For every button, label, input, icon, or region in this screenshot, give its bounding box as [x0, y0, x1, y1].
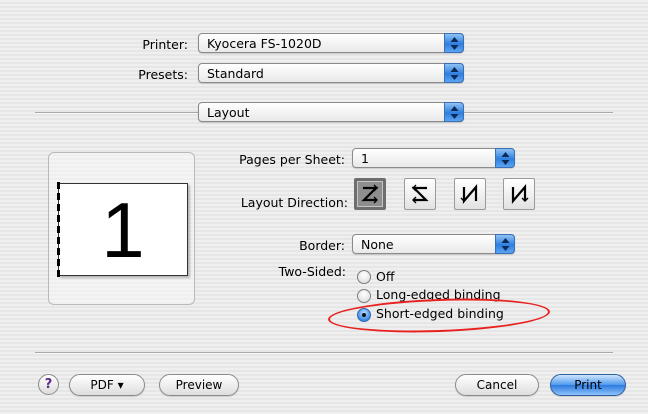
- two-sided-label: Two-Sided:: [278, 264, 346, 279]
- preview-button[interactable]: Preview: [159, 374, 239, 396]
- updown-arrows-icon: [444, 63, 464, 83]
- z-left-right-top-bottom-icon: [361, 184, 379, 204]
- layout-direction-n-mirrored-button[interactable]: [454, 178, 486, 210]
- print-button[interactable]: Print: [550, 374, 626, 396]
- pages-per-sheet-popup[interactable]: 1: [352, 148, 515, 168]
- layout-direction-n-button[interactable]: [503, 178, 535, 210]
- border-popup[interactable]: None: [352, 234, 515, 254]
- layout-direction-label: Layout Direction:: [240, 195, 348, 210]
- printer-label: Printer:: [142, 37, 188, 52]
- two-sided-off-radio[interactable]: [357, 270, 371, 284]
- printer-popup[interactable]: Kyocera FS-1020D: [198, 33, 464, 53]
- presets-label: Presets:: [138, 67, 188, 82]
- two-sided-off-label[interactable]: Off: [376, 269, 394, 284]
- cancel-button[interactable]: Cancel: [455, 374, 539, 396]
- presets-popup[interactable]: Standard: [198, 63, 464, 83]
- border-value: None: [361, 237, 394, 252]
- printer-value: Kyocera FS-1020D: [207, 36, 322, 51]
- updown-arrows-icon: [444, 102, 464, 122]
- panel-popup[interactable]: Layout: [198, 102, 464, 122]
- updown-arrows-icon: [495, 234, 515, 254]
- updown-arrows-icon: [495, 148, 515, 168]
- help-button[interactable]: ?: [38, 374, 59, 395]
- two-sided-long-edged-radio[interactable]: [357, 289, 371, 303]
- presets-value: Standard: [207, 66, 264, 81]
- updown-arrows-icon: [444, 33, 464, 53]
- pages-per-sheet-label: Pages per Sheet:: [239, 152, 345, 167]
- reverse-s-right-left-top-bottom-icon: [411, 184, 429, 204]
- border-label: Border:: [299, 238, 345, 253]
- layout-direction-z-button[interactable]: [354, 178, 386, 210]
- layout-direction-s-button[interactable]: [404, 178, 436, 210]
- pdf-menu-button[interactable]: PDF ▾: [69, 374, 145, 396]
- n-mirrored-top-bottom-left-right-icon: [460, 184, 478, 204]
- panel-value: Layout: [207, 105, 250, 120]
- n-top-bottom-right-left-icon: [511, 184, 529, 204]
- bottom-separator: [35, 352, 613, 354]
- preview-page-number: 1: [101, 186, 145, 274]
- pages-per-sheet-value: 1: [361, 151, 369, 166]
- preview-sheet: 1: [57, 182, 188, 277]
